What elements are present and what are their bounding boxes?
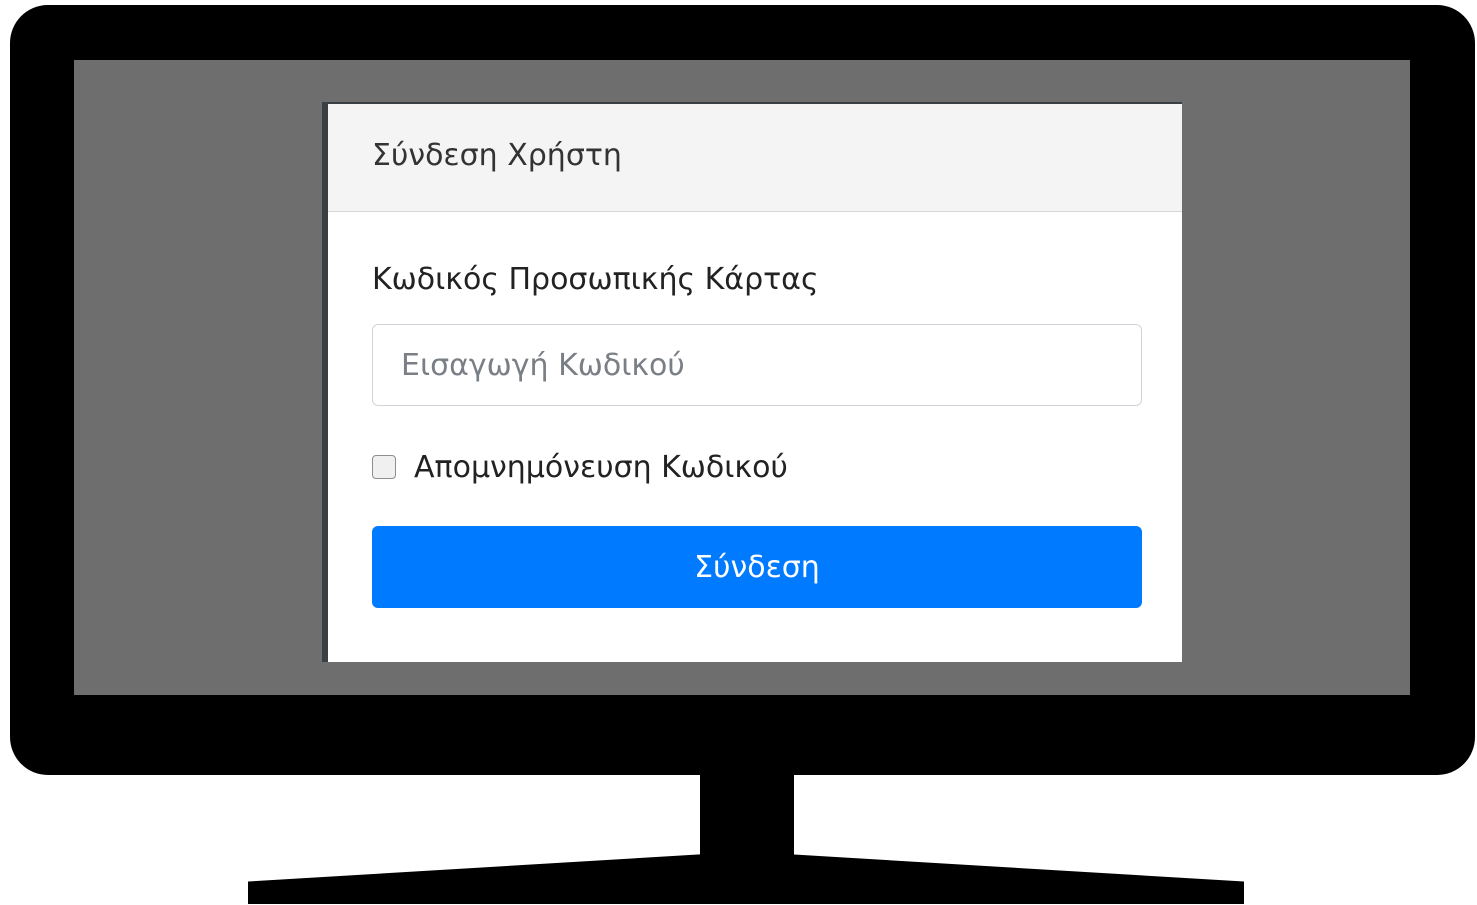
monitor-stand-base [248, 854, 1244, 904]
card-code-label: Κωδικός Προσωπικής Κάρτας [372, 262, 819, 297]
remember-code-checkbox[interactable] [372, 455, 396, 479]
remember-code-label[interactable]: Απομνημόνευση Κωδικού [414, 450, 788, 485]
remember-code-row[interactable]: Απομνημόνευση Κωδικού [372, 447, 788, 487]
login-card-header: Σύνδεση Χρήστη [328, 104, 1182, 212]
login-button[interactable]: Σύνδεση [372, 526, 1142, 608]
login-card-title: Σύνδεση Χρήστη [372, 138, 622, 173]
monitor-frame: Σύνδεση Χρήστη Κωδικός Προσωπικής Κάρτας… [10, 5, 1475, 775]
monitor-screen: Σύνδεση Χρήστη Κωδικός Προσωπικής Κάρτας… [74, 60, 1410, 695]
card-code-input[interactable] [372, 324, 1142, 406]
monitor-stand-neck [700, 770, 794, 862]
login-card: Σύνδεση Χρήστη Κωδικός Προσωπικής Κάρτας… [322, 102, 1182, 662]
